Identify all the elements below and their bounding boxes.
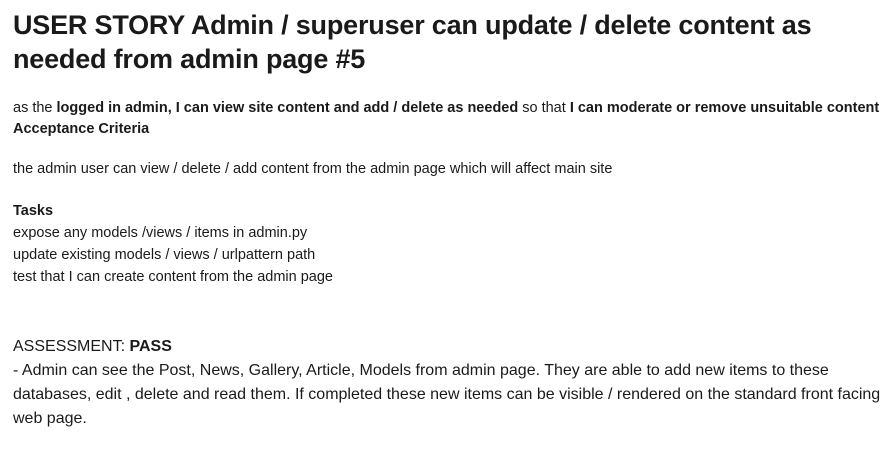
story-prefix: as the xyxy=(13,100,57,116)
task-item: expose any models /views / items in admi… xyxy=(13,225,308,241)
task-list: expose any models /views / items in admi… xyxy=(13,222,887,288)
assessment-details: - Admin can see the Post, News, Gallery,… xyxy=(13,362,881,427)
tasks-heading: Tasks xyxy=(13,203,54,219)
assessment-result: PASS xyxy=(129,338,172,355)
acceptance-criteria-text: the admin user can view / delete / add c… xyxy=(13,161,613,177)
assessment-line: ASSESSMENT: PASS xyxy=(13,335,887,359)
task-item: update existing models / views / urlpatt… xyxy=(13,247,316,263)
story-role: logged in admin, I can view site content… xyxy=(56,100,519,116)
acceptance-criteria-heading: Acceptance Criteria xyxy=(13,121,150,137)
task-item: test that I can create content from the … xyxy=(13,269,333,285)
user-story-statement: as the logged in admin, I can view site … xyxy=(13,97,887,119)
assessment-label: ASSESSMENT: xyxy=(13,338,130,355)
issue-title: USER STORY Admin / superuser can update … xyxy=(13,10,812,74)
story-goal: I can moderate or remove unsuitable cont… xyxy=(569,100,880,116)
issue-document: USER STORY Admin / superuser can update … xyxy=(13,0,887,431)
story-middle: so that xyxy=(518,100,570,116)
